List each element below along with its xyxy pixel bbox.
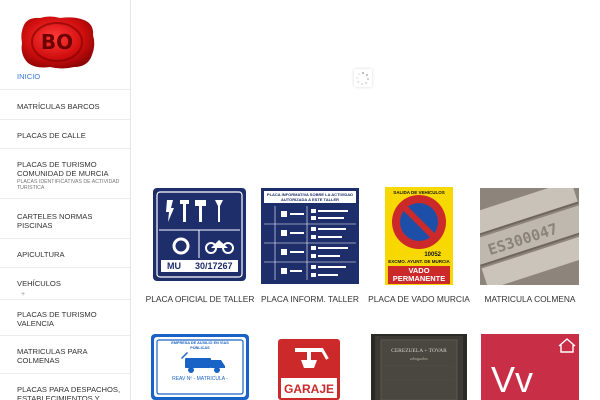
- product-image[interactable]: ES300047: [480, 188, 579, 285]
- divider: [0, 238, 130, 239]
- sidebar-item-carteles-piscinas[interactable]: CARTELES NORMAS PISCINAS: [17, 212, 125, 230]
- divider: [0, 89, 130, 90]
- sidebar-item-vehiculos[interactable]: VEHÍCULOS: [17, 279, 125, 288]
- product-image[interactable]: CEREZUELA + TOVAR abogados: [371, 334, 467, 400]
- logo[interactable]: BO: [18, 15, 96, 70]
- divider: [0, 373, 130, 374]
- image-text: REAV Nº - MATRICULA -: [172, 376, 228, 382]
- image-text: PLACA INFORMATIVA SOBRE LA ACTIVIDAD AUT…: [266, 192, 354, 202]
- product-caption[interactable]: PLACA INFORM. TALLER: [255, 294, 365, 304]
- sidebar-item-placas-turismo-valencia[interactable]: PLACAS DE TURISMO VALENCIA: [17, 310, 125, 328]
- sidebar-item-placas-de-calle[interactable]: PLACAS DE CALLE: [17, 131, 125, 140]
- product-caption[interactable]: PLACA OFICIAL DE TALLER: [145, 294, 255, 304]
- sidebar-item-apicultura[interactable]: APICULTURA: [17, 250, 125, 259]
- image-text: 10052: [424, 252, 441, 258]
- expand-plus-icon[interactable]: +: [21, 291, 25, 298]
- sidebar-item-label: CARTELES NORMAS PISCINAS: [17, 212, 93, 230]
- image-text: SALIDA DE VEHICULOS: [393, 190, 445, 195]
- product-caption[interactable]: PLACA DE VADO MURCIA: [364, 294, 474, 304]
- product-image[interactable]: Vv: [481, 334, 579, 400]
- sidebar-item-matriculas-barcos[interactable]: MATRÍCULAS BARCOS: [17, 102, 125, 111]
- image-text: abogados: [410, 356, 428, 361]
- image-text: 30/17267: [195, 261, 233, 271]
- sidebar-item-label: PLACAS DE TURISMO VALENCIA: [17, 310, 97, 328]
- image-text: Vv: [491, 359, 533, 400]
- image-text: EMPRESA DE AUXILIO EN VÍAS PÚBLICAS: [171, 341, 229, 350]
- sidebar-item-label: MATRÍCULAS BARCOS: [17, 102, 100, 111]
- divider: [0, 119, 130, 120]
- divider: [0, 148, 130, 149]
- image-text: CEREZUELA + TOVAR: [391, 348, 447, 354]
- product-image[interactable]: GARAJE: [271, 334, 347, 400]
- sidebar-item-label: MATRICULAS PARA COLMENAS: [17, 347, 88, 365]
- image-text: VADO PERMANENTE: [392, 266, 446, 283]
- sidebar-item-label: PLACAS PARA DESPACHOS, ESTABLECIMIENTOS …: [17, 385, 121, 400]
- divider: [0, 267, 130, 268]
- product-image[interactable]: SALIDA DE VEHICULOS 10052 EXCMO. AYUNT. …: [381, 186, 457, 286]
- product-caption[interactable]: MATRICULA COLMENA: [475, 294, 585, 304]
- wax-seal-icon: BO: [21, 16, 95, 69]
- image-text: EXCMO. AYUNT. DE MURCIA: [388, 259, 450, 264]
- divider: [0, 299, 130, 300]
- sidebar-item-sublabel: PLACAS IDENTIFICATIVAS DE ACTIVIDAD TURI…: [17, 179, 120, 191]
- sidebar-item-placas-despachos[interactable]: PLACAS PARA DESPACHOS, ESTABLECIMIENTOS …: [17, 385, 125, 400]
- sidebar-item-label: PLACAS DE CALLE: [17, 131, 86, 140]
- loading-spinner-icon: [354, 69, 372, 87]
- main-content: MU 30/17267 PLACA OFICIAL DE TALLER PLAC…: [131, 0, 600, 400]
- product-image[interactable]: MU 30/17267: [153, 188, 246, 281]
- sidebar-item-label: PLACAS DE TURISMO COMUNIDAD DE MURCIA: [17, 160, 109, 178]
- sidebar-item-label: VEHÍCULOS: [17, 279, 61, 288]
- sidebar-item-matriculas-colmenas[interactable]: MATRICULAS PARA COLMENAS: [17, 347, 125, 365]
- sidebar-item-inicio[interactable]: INICIO: [17, 72, 125, 81]
- image-text: MU: [167, 261, 181, 271]
- sidebar: BO INICIO MATRÍCULAS BARCOS PLACAS DE CA…: [0, 0, 131, 400]
- image-text: GARAJE: [284, 382, 334, 396]
- product-image[interactable]: PLACA INFORMATIVA SOBRE LA ACTIVIDAD AUT…: [261, 188, 359, 284]
- divider: [0, 198, 130, 199]
- product-image[interactable]: EMPRESA DE AUXILIO EN VÍAS PÚBLICAS REAV…: [151, 334, 249, 400]
- sidebar-item-placas-turismo-murcia[interactable]: PLACAS DE TURISMO COMUNIDAD DE MURCIA PL…: [17, 160, 125, 191]
- sidebar-item-label: APICULTURA: [17, 250, 65, 259]
- divider: [0, 335, 130, 336]
- sidebar-item-label: INICIO: [17, 72, 41, 81]
- logo-text: BO: [41, 30, 73, 54]
